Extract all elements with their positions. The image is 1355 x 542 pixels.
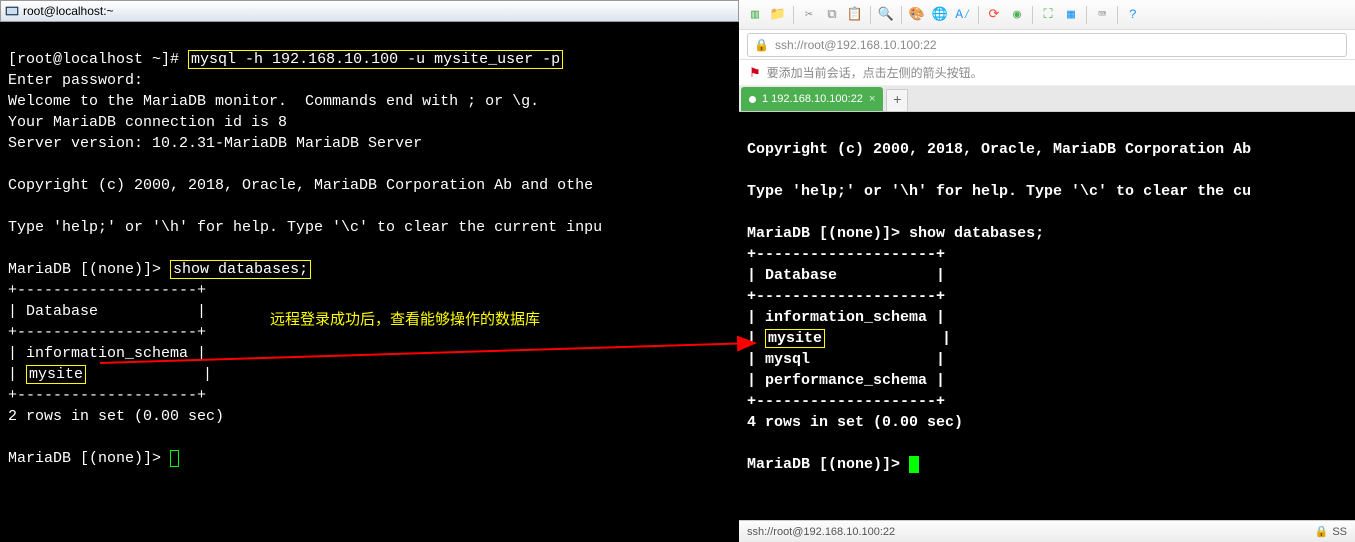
- mariadb-prompt: MariaDB [(none)]>: [8, 450, 161, 467]
- toolbar-separator: [978, 6, 979, 24]
- status-address: ssh://root@192.168.10.100:22: [747, 526, 895, 538]
- help-line: Type 'help;' or '\h' for help. Type '\c'…: [747, 183, 1251, 200]
- layout-icon[interactable]: ▦: [1061, 5, 1081, 25]
- help-icon[interactable]: ?: [1123, 5, 1143, 25]
- rows-count-line: 2 rows in set (0.00 sec): [8, 408, 224, 425]
- mysql-command-highlight: mysql -h 192.168.10.100 -u mysite_user -…: [188, 50, 563, 69]
- help-line: Type 'help;' or '\h' for help. Type '\c'…: [8, 219, 602, 236]
- putty-icon: [5, 4, 19, 18]
- left-terminal-window: root@localhost:~ [root@localhost ~]# mys…: [0, 0, 739, 542]
- color-icon[interactable]: 🎨: [907, 5, 927, 25]
- right-toolbar: ▥ 📁 ✂ ⧉ 📋 🔍 🎨 🌐 A⁄ ⟳ ◉ ⛶ ▦ ⌨ ?: [739, 0, 1355, 30]
- mysite-highlight-right: mysite: [765, 329, 825, 348]
- toolbar-separator: [870, 6, 871, 24]
- enter-password-line: Enter password:: [8, 72, 143, 89]
- table-row: | information_schema |: [8, 345, 206, 362]
- table-border: +--------------------+: [8, 324, 206, 341]
- tab-bar: 1 192.168.10.100:22 × +: [739, 86, 1355, 112]
- ssh-lock-icon: 🔒: [1315, 525, 1329, 538]
- search-icon[interactable]: 🔍: [876, 5, 896, 25]
- refresh-icon[interactable]: ⟳: [984, 5, 1004, 25]
- table-border: +--------------------+: [747, 393, 945, 410]
- new-session-icon[interactable]: ▥: [745, 5, 765, 25]
- address-input[interactable]: 🔒 ssh://root@192.168.10.100:22: [747, 33, 1347, 57]
- address-text: ssh://root@192.168.10.100:22: [775, 38, 937, 52]
- stop-icon[interactable]: ◉: [1007, 5, 1027, 25]
- table-header: | Database |: [8, 303, 206, 320]
- info-bar: ⚑ 要添加当前会话，点击左侧的箭头按钮。: [739, 60, 1355, 86]
- table-row: | mysite |: [747, 329, 951, 348]
- mariadb-prompt: MariaDB [(none)]>: [747, 456, 900, 473]
- address-bar: 🔒 ssh://root@192.168.10.100:22: [739, 30, 1355, 60]
- font-icon[interactable]: A⁄: [953, 5, 973, 25]
- right-terminal-body[interactable]: Copyright (c) 2000, 2018, Oracle, MariaD…: [739, 112, 1355, 520]
- session-tab[interactable]: 1 192.168.10.100:22 ×: [741, 87, 883, 111]
- cursor: [170, 450, 179, 467]
- show-databases-highlight: show databases;: [170, 260, 311, 279]
- shell-prompt: [root@localhost ~]#: [8, 51, 179, 68]
- annotation-text: 远程登录成功后，查看能够操作的数据库: [270, 309, 540, 330]
- table-row: | performance_schema |: [747, 372, 945, 389]
- add-tab-button[interactable]: +: [886, 89, 908, 111]
- tab-label: 1 192.168.10.100:22: [762, 93, 863, 105]
- keyboard-icon[interactable]: ⌨: [1092, 5, 1112, 25]
- lock-icon: 🔒: [754, 38, 769, 52]
- table-border: +--------------------+: [747, 246, 945, 263]
- left-terminal-body[interactable]: [root@localhost ~]# mysql -h 192.168.10.…: [0, 22, 739, 542]
- mysite-highlight-left: mysite: [26, 365, 86, 384]
- server-version-line: Server version: 10.2.31-MariaDB MariaDB …: [8, 135, 422, 152]
- rows-count-line: 4 rows in set (0.00 sec): [747, 414, 963, 431]
- table-header: | Database |: [747, 267, 945, 284]
- table-border: +--------------------+: [747, 288, 945, 305]
- table-border: +--------------------+: [8, 282, 206, 299]
- flag-icon: ⚑: [749, 65, 761, 81]
- status-bar: ssh://root@192.168.10.100:22 🔒 SS: [739, 520, 1355, 542]
- table-row: | information_schema |: [747, 309, 945, 326]
- table-row: | mysql |: [747, 351, 945, 368]
- connection-id-line: Your MariaDB connection id is 8: [8, 114, 287, 131]
- mariadb-prompt: MariaDB [(none)]>: [747, 225, 900, 242]
- right-terminal-window: ▥ 📁 ✂ ⧉ 📋 🔍 🎨 🌐 A⁄ ⟳ ◉ ⛶ ▦ ⌨ ? 🔒 ssh://r…: [739, 0, 1355, 542]
- left-titlebar[interactable]: root@localhost:~: [0, 0, 739, 22]
- fullscreen-icon[interactable]: ⛶: [1038, 5, 1058, 25]
- copy-icon[interactable]: ⧉: [822, 5, 842, 25]
- table-border: +--------------------+: [8, 387, 206, 404]
- cut-icon[interactable]: ✂: [799, 5, 819, 25]
- info-text: 要添加当前会话，点击左侧的箭头按钮。: [767, 64, 983, 81]
- globe-icon[interactable]: 🌐: [930, 5, 950, 25]
- copyright-line: Copyright (c) 2000, 2018, Oracle, MariaD…: [8, 177, 593, 194]
- toolbar-separator: [1117, 6, 1118, 24]
- paste-icon[interactable]: 📋: [845, 5, 865, 25]
- toolbar-separator: [793, 6, 794, 24]
- toolbar-separator: [901, 6, 902, 24]
- welcome-line: Welcome to the MariaDB monitor. Commands…: [8, 93, 539, 110]
- toolbar-separator: [1086, 6, 1087, 24]
- table-row: | mysite |: [8, 365, 212, 384]
- toolbar-separator: [1032, 6, 1033, 24]
- show-databases-cmd: show databases;: [909, 225, 1044, 242]
- cursor: [909, 456, 919, 473]
- left-title-text: root@localhost:~: [23, 4, 114, 18]
- copyright-line: Copyright (c) 2000, 2018, Oracle, MariaD…: [747, 141, 1251, 158]
- mariadb-prompt: MariaDB [(none)]>: [8, 261, 161, 278]
- close-tab-icon[interactable]: ×: [869, 93, 875, 105]
- open-icon[interactable]: 📁: [768, 5, 788, 25]
- status-dot-icon: [749, 96, 756, 103]
- status-proto: SS: [1332, 526, 1347, 538]
